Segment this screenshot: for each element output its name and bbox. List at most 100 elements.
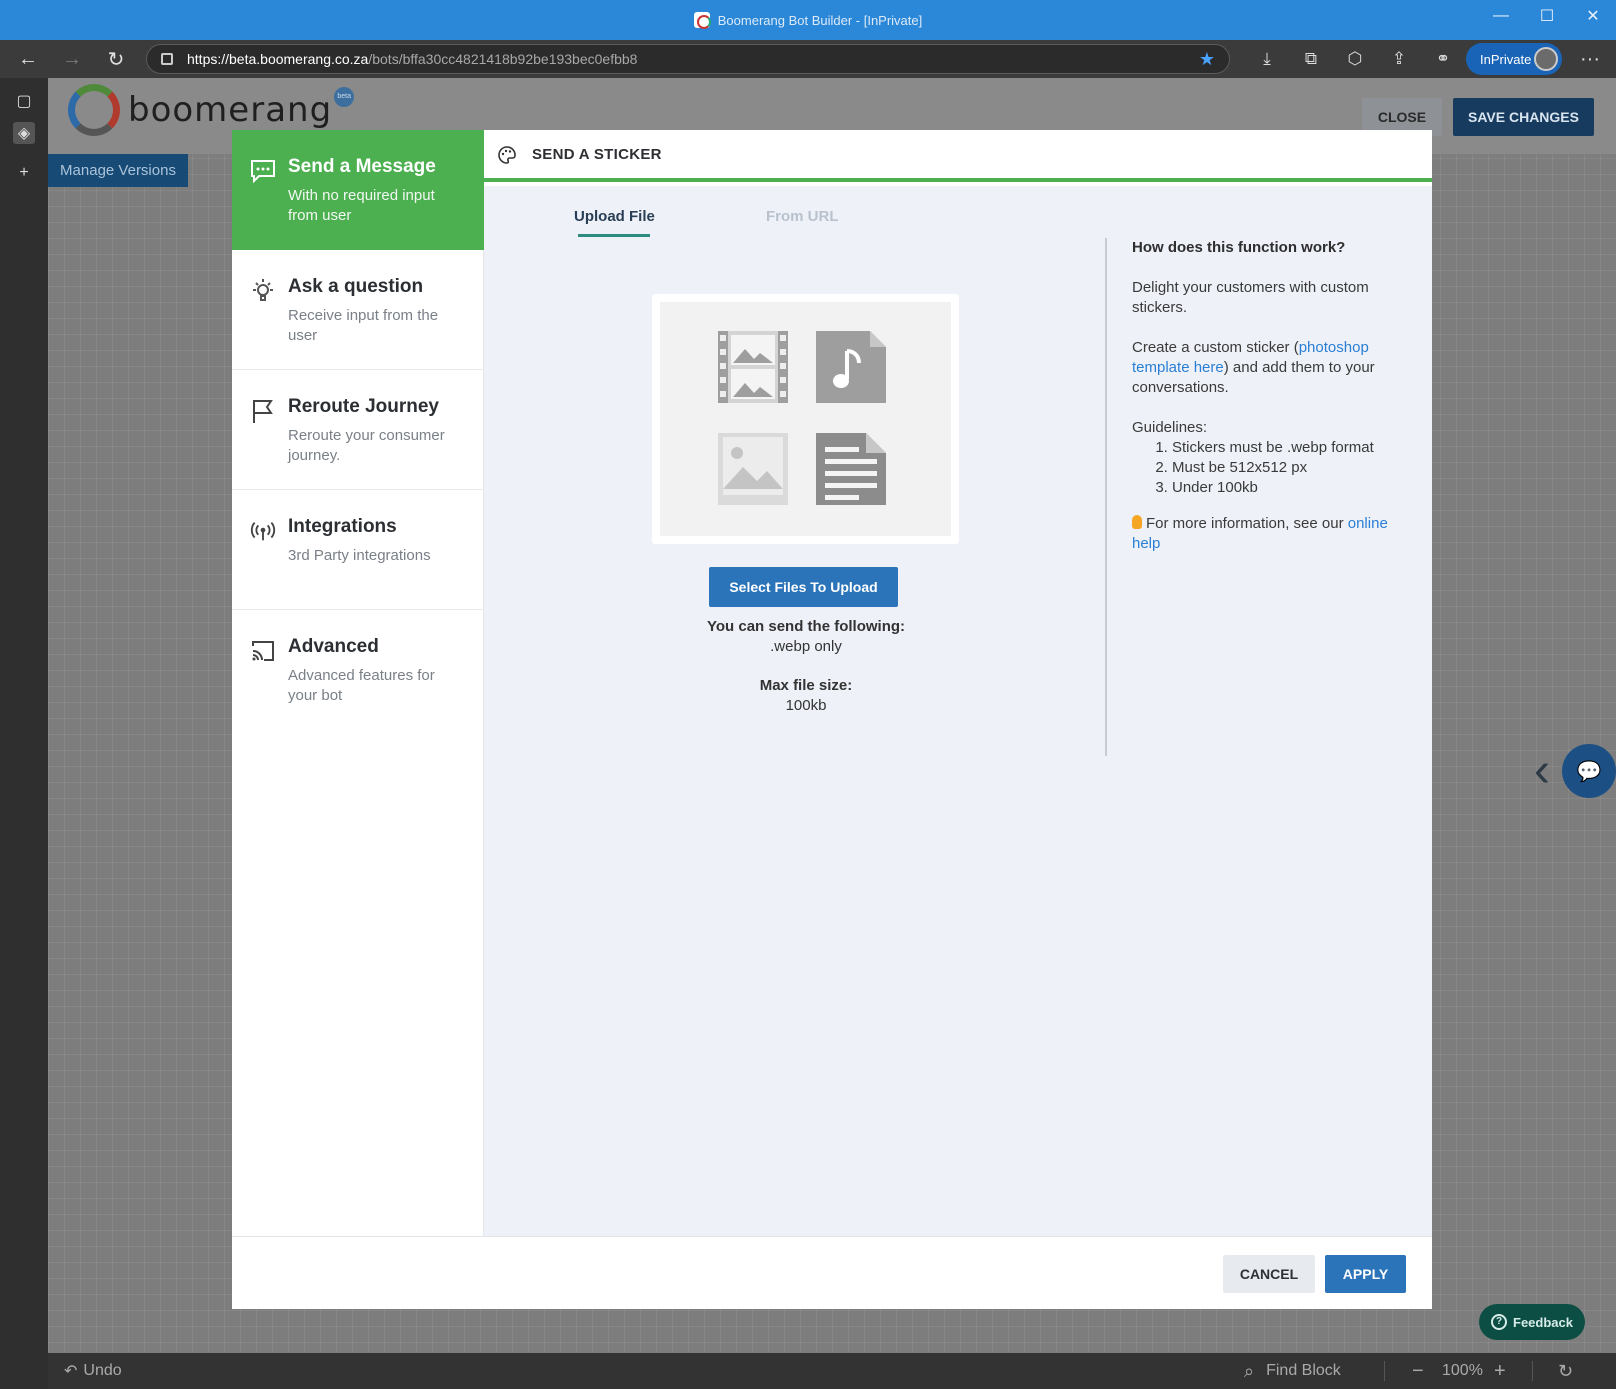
boomerang-logo-icon [68, 84, 120, 136]
help-create-prefix: Create a custom sticker ( [1132, 339, 1299, 356]
extensions-icon[interactable]: ⬡ [1333, 49, 1377, 69]
more-info-prefix: For more information, see our [1146, 515, 1348, 532]
address-bar[interactable]: https://beta.boomerang.co.za/bots/bffa30… [146, 44, 1230, 74]
action-category-sidebar: Send a Message With no required input fr… [232, 130, 484, 1236]
lightbulb-icon [250, 278, 276, 304]
sidebar-item-subtitle: Receive input from the user [288, 307, 439, 344]
guideline-item: Stickers must be .webp format [1172, 438, 1402, 458]
collections-icon[interactable]: ⧉ [1289, 49, 1333, 69]
guidelines-label: Guidelines: [1132, 419, 1208, 436]
sidebar-item-subtitle: Advanced features for your bot [288, 667, 435, 704]
sidebar-item-integrations[interactable]: Integrations 3rd Party integrations [232, 490, 484, 610]
sidebar-item-reroute-journey[interactable]: Reroute Journey Reroute your consumer jo… [232, 370, 484, 490]
zoom-out-button[interactable]: − [1412, 1353, 1424, 1389]
back-arrow-icon[interactable]: ← [6, 40, 50, 78]
maximize-button[interactable]: ☐ [1524, 0, 1570, 32]
audio-file-icon [815, 329, 887, 405]
sidebar-item-title: Advanced [288, 636, 379, 657]
more-menu-icon[interactable]: ··· [1570, 40, 1610, 78]
url-path: /bots/bffa30cc4821418b92be193bec0efbb8 [368, 51, 638, 67]
send-following-label: You can send the following: [706, 618, 906, 635]
sidebar-item-subtitle: With no required input from user [288, 187, 435, 224]
refresh-icon[interactable]: ↻ [94, 40, 138, 78]
avatar [1534, 47, 1558, 71]
sidebar-item-title: Integrations [288, 516, 397, 537]
canvas-bottom-bar: ↶ Undo ⌕ Find Block − 100% + ↻ [48, 1353, 1616, 1389]
url-host: https://beta.boomerang.co.za [187, 51, 369, 67]
sidebar-item-send-message[interactable]: Send a Message With no required input fr… [232, 130, 484, 250]
chevron-left-icon[interactable]: ‹ [1534, 744, 1550, 798]
window-titlebar: Boomerang Bot Builder - [InPrivate] — ☐ … [0, 0, 1616, 40]
new-tab-icon[interactable]: + [13, 162, 35, 184]
broadcast-icon [250, 518, 276, 544]
help-create-text: Create a custom sticker (photoshop templ… [1132, 338, 1402, 398]
logo-text: boomerang [128, 90, 333, 130]
zoom-level: 100% [1442, 1362, 1483, 1379]
favorite-star-icon[interactable]: ★ [1199, 49, 1215, 70]
tab-label: Upload File [574, 208, 655, 225]
modal-title: SEND A STICKER [532, 145, 662, 163]
max-file-size-value: 100kb [785, 697, 827, 714]
modal-footer: CANCEL APPLY [232, 1236, 1432, 1309]
minimize-button[interactable]: — [1478, 0, 1524, 32]
sidebar-item-title: Reroute Journey [288, 396, 439, 417]
palette-icon [498, 146, 516, 164]
window-close-button[interactable]: ✕ [1570, 0, 1616, 32]
lock-icon [161, 53, 173, 65]
find-block-button[interactable]: ⌕ Find Block [1244, 1353, 1341, 1389]
tab-label: From URL [766, 208, 839, 225]
beta-badge: beta [334, 87, 355, 107]
app-favicon-icon [693, 12, 711, 29]
forward-arrow-icon[interactable]: → [50, 40, 94, 78]
undo-button[interactable]: ↶ Undo [64, 1353, 122, 1389]
browser-toolbar: ← → ↻ https://beta.boomerang.co.za/bots/… [0, 40, 1616, 78]
apply-button[interactable]: APPLY [1325, 1255, 1406, 1293]
undo-label: Undo [83, 1362, 122, 1379]
feedback-button[interactable]: ? Feedback [1479, 1304, 1585, 1340]
guidelines-list: Stickers must be .webp format Must be 51… [1132, 438, 1402, 498]
help-circle-icon: ? [1491, 1314, 1507, 1330]
cancel-button[interactable]: CANCEL [1223, 1255, 1315, 1293]
divider [1384, 1361, 1385, 1381]
tab-upload-file[interactable]: Upload File [574, 208, 655, 237]
help-panel: How does this function work? Delight you… [1132, 238, 1402, 554]
lightbulb-icon [1132, 515, 1142, 529]
sidebar-item-title: Send a Message [288, 156, 436, 177]
vertical-tab-rail: ▢ ◈ + [0, 78, 48, 1389]
divider [1532, 1361, 1533, 1381]
downloads-icon[interactable]: ⤓ [1245, 49, 1289, 69]
cast-icon [250, 638, 276, 664]
inprivate-badge[interactable]: InPrivate [1466, 43, 1562, 75]
max-file-size-label: Max file size: [759, 677, 853, 694]
active-tab-favicon-icon[interactable]: ◈ [13, 122, 35, 144]
modal-header: SEND A STICKER [484, 130, 1432, 182]
save-changes-button[interactable]: SAVE CHANGES [1453, 98, 1594, 136]
inprivate-label: InPrivate [1480, 51, 1532, 67]
sidebar-item-advanced[interactable]: Advanced Advanced features for your bot [232, 610, 484, 730]
video-file-icon [717, 329, 789, 405]
reset-view-icon[interactable]: ↻ [1558, 1353, 1573, 1389]
sidebar-item-subtitle: 3rd Party integrations [288, 547, 431, 564]
select-files-button[interactable]: Select Files To Upload [709, 567, 898, 607]
document-file-icon [815, 431, 887, 507]
search-icon: ⌕ [1244, 1360, 1255, 1381]
chat-bubble-icon[interactable]: 💬 [1562, 744, 1616, 798]
undo-icon: ↶ [64, 1363, 78, 1380]
feedback-label: Feedback [1513, 1314, 1573, 1330]
sidebar-item-title: Ask a question [288, 276, 424, 297]
profile-sync-icon[interactable]: ⚭ [1421, 49, 1465, 69]
image-file-icon [717, 431, 789, 507]
help-divider [1105, 238, 1107, 756]
help-intro: Delight your customers with custom stick… [1132, 279, 1369, 316]
tab-from-url[interactable]: From URL [766, 208, 839, 225]
share-icon[interactable]: ⇪ [1377, 49, 1421, 69]
zoom-in-button[interactable]: + [1494, 1353, 1506, 1389]
tab-actions-icon[interactable]: ▢ [13, 90, 35, 112]
more-info-text: For more information, see our online hel… [1132, 514, 1402, 554]
sidebar-item-ask-question[interactable]: Ask a question Receive input from the us… [232, 250, 484, 370]
window-title: Boomerang Bot Builder - [InPrivate] [717, 12, 923, 28]
send-following-value: .webp only [770, 638, 842, 655]
modal-content: Upload File From URL Select Files To Upl… [484, 186, 1432, 1236]
sidebar-item-subtitle: Reroute your consumer journey. [288, 427, 445, 464]
manage-versions-button[interactable]: Manage Versions [48, 154, 188, 187]
